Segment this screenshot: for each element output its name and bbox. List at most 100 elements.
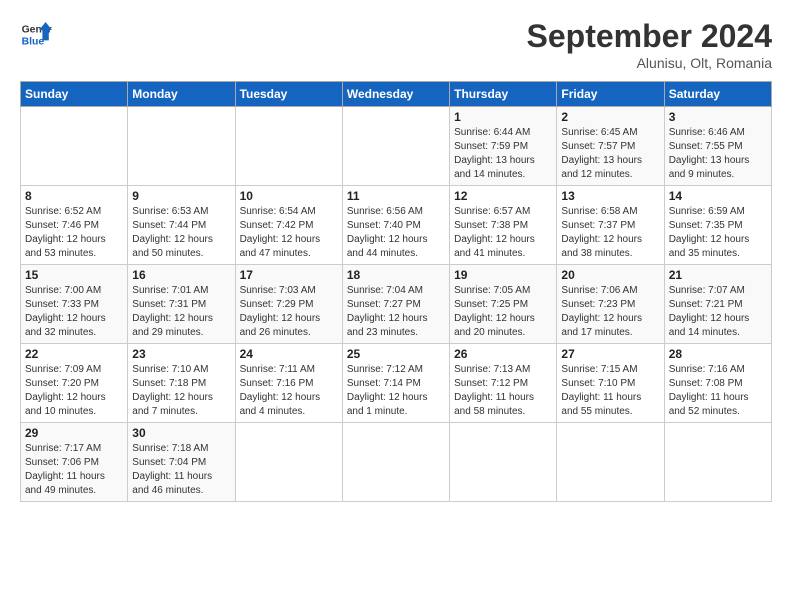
day-detail: Sunrise: 6:45 AM Sunset: 7:57 PM Dayligh… xyxy=(561,126,659,182)
day-number: 9 xyxy=(132,189,230,203)
day-number: 16 xyxy=(132,268,230,282)
day-number: 27 xyxy=(561,347,659,361)
week-row-2: 15 Sunrise: 7:00 AM Sunset: 7:33 PM Dayli… xyxy=(21,265,772,344)
table-row: 11 Sunrise: 6:56 AM Sunset: 7:40 PM Dayli… xyxy=(342,186,449,265)
table-row xyxy=(557,423,664,502)
table-row xyxy=(342,107,449,186)
day-number: 11 xyxy=(347,189,445,203)
table-row: 14 Sunrise: 6:59 AM Sunset: 7:35 PM Dayli… xyxy=(664,186,771,265)
col-thursday: Thursday xyxy=(450,82,557,107)
day-number: 3 xyxy=(669,110,767,124)
table-row xyxy=(235,423,342,502)
header-area: General Blue September 2024 Alunisu, Olt… xyxy=(20,18,772,71)
day-detail: Sunrise: 7:13 AM Sunset: 7:12 PM Dayligh… xyxy=(454,363,552,419)
col-friday: Friday xyxy=(557,82,664,107)
day-number: 20 xyxy=(561,268,659,282)
week-row-3: 22Sunrise: 7:09 AM Sunset: 7:20 PM Dayli… xyxy=(21,344,772,423)
table-row: 28 Sunrise: 7:16 AM Sunset: 7:08 PM Dayli… xyxy=(664,344,771,423)
day-detail: Sunrise: 6:53 AM Sunset: 7:44 PM Dayligh… xyxy=(132,205,230,261)
day-number: 12 xyxy=(454,189,552,203)
day-detail: Sunrise: 7:11 AM Sunset: 7:16 PM Dayligh… xyxy=(240,363,338,419)
day-detail: Sunrise: 7:05 AM Sunset: 7:25 PM Dayligh… xyxy=(454,284,552,340)
day-number: 13 xyxy=(561,189,659,203)
table-row: 23 Sunrise: 7:10 AM Sunset: 7:18 PM Dayli… xyxy=(128,344,235,423)
day-detail: Sunrise: 7:00 AM Sunset: 7:33 PM Dayligh… xyxy=(25,284,123,340)
col-saturday: Saturday xyxy=(664,82,771,107)
table-row xyxy=(235,107,342,186)
day-detail: Sunrise: 7:16 AM Sunset: 7:08 PM Dayligh… xyxy=(669,363,767,419)
day-number: 14 xyxy=(669,189,767,203)
day-detail: Sunrise: 7:15 AM Sunset: 7:10 PM Dayligh… xyxy=(561,363,659,419)
week-row-0: 1 Sunrise: 6:44 AM Sunset: 7:59 PM Daylig… xyxy=(21,107,772,186)
day-number: 25 xyxy=(347,347,445,361)
table-row: 13 Sunrise: 6:58 AM Sunset: 7:37 PM Dayli… xyxy=(557,186,664,265)
table-row: 27 Sunrise: 7:15 AM Sunset: 7:10 PM Dayli… xyxy=(557,344,664,423)
day-detail: Sunrise: 7:18 AM Sunset: 7:04 PM Dayligh… xyxy=(132,442,230,498)
table-row: 22Sunrise: 7:09 AM Sunset: 7:20 PM Dayli… xyxy=(21,344,128,423)
day-number: 29 xyxy=(25,426,123,440)
day-detail: Sunrise: 6:52 AM Sunset: 7:46 PM Dayligh… xyxy=(25,205,123,261)
table-row xyxy=(21,107,128,186)
col-tuesday: Tuesday xyxy=(235,82,342,107)
table-row xyxy=(664,423,771,502)
day-number: 30 xyxy=(132,426,230,440)
table-row: 24Sunrise: 7:11 AM Sunset: 7:16 PM Dayli… xyxy=(235,344,342,423)
calendar-title: September 2024 xyxy=(527,18,772,55)
generalblue-icon: General Blue xyxy=(20,18,52,50)
table-row: 18 Sunrise: 7:04 AM Sunset: 7:27 PM Dayli… xyxy=(342,265,449,344)
day-number: 2 xyxy=(561,110,659,124)
table-row: 8 Sunrise: 6:52 AM Sunset: 7:46 PM Daylig… xyxy=(21,186,128,265)
day-number: 22 xyxy=(25,347,123,361)
table-row: 29 Sunrise: 7:17 AM Sunset: 7:06 PM Dayli… xyxy=(21,423,128,502)
day-number: 15 xyxy=(25,268,123,282)
table-row: 10Sunrise: 6:54 AM Sunset: 7:42 PM Dayli… xyxy=(235,186,342,265)
table-row: 19Sunrise: 7:05 AM Sunset: 7:25 PM Dayli… xyxy=(450,265,557,344)
week-row-4: 29 Sunrise: 7:17 AM Sunset: 7:06 PM Dayli… xyxy=(21,423,772,502)
col-wednesday: Wednesday xyxy=(342,82,449,107)
day-detail: Sunrise: 7:17 AM Sunset: 7:06 PM Dayligh… xyxy=(25,442,123,498)
col-sunday: Sunday xyxy=(21,82,128,107)
day-detail: Sunrise: 6:46 AM Sunset: 7:55 PM Dayligh… xyxy=(669,126,767,182)
week-row-1: 8 Sunrise: 6:52 AM Sunset: 7:46 PM Daylig… xyxy=(21,186,772,265)
day-detail: Sunrise: 6:59 AM Sunset: 7:35 PM Dayligh… xyxy=(669,205,767,261)
day-detail: Sunrise: 6:57 AM Sunset: 7:38 PM Dayligh… xyxy=(454,205,552,261)
day-detail: Sunrise: 7:07 AM Sunset: 7:21 PM Dayligh… xyxy=(669,284,767,340)
table-row: 15 Sunrise: 7:00 AM Sunset: 7:33 PM Dayli… xyxy=(21,265,128,344)
day-detail: Sunrise: 7:12 AM Sunset: 7:14 PM Dayligh… xyxy=(347,363,445,419)
day-detail: Sunrise: 7:06 AM Sunset: 7:23 PM Dayligh… xyxy=(561,284,659,340)
day-number: 17 xyxy=(240,268,338,282)
col-monday: Monday xyxy=(128,82,235,107)
calendar-subtitle: Alunisu, Olt, Romania xyxy=(527,55,772,71)
table-row: 1 Sunrise: 6:44 AM Sunset: 7:59 PM Daylig… xyxy=(450,107,557,186)
day-number: 10 xyxy=(240,189,338,203)
table-row: 26 Sunrise: 7:13 AM Sunset: 7:12 PM Dayli… xyxy=(450,344,557,423)
table-row: 25 Sunrise: 7:12 AM Sunset: 7:14 PM Dayli… xyxy=(342,344,449,423)
table-row xyxy=(450,423,557,502)
table-row: 17 Sunrise: 7:03 AM Sunset: 7:29 PM Dayli… xyxy=(235,265,342,344)
day-detail: Sunrise: 7:04 AM Sunset: 7:27 PM Dayligh… xyxy=(347,284,445,340)
calendar-table: Sunday Monday Tuesday Wednesday Thursday… xyxy=(20,81,772,502)
day-number: 1 xyxy=(454,110,552,124)
table-row: 20 Sunrise: 7:06 AM Sunset: 7:23 PM Dayli… xyxy=(557,265,664,344)
table-row: 12 Sunrise: 6:57 AM Sunset: 7:38 PM Dayli… xyxy=(450,186,557,265)
day-number: 28 xyxy=(669,347,767,361)
table-row: 9 Sunrise: 6:53 AM Sunset: 7:44 PM Daylig… xyxy=(128,186,235,265)
table-row: 3 Sunrise: 6:46 AM Sunset: 7:55 PM Daylig… xyxy=(664,107,771,186)
day-detail: Sunrise: 6:44 AM Sunset: 7:59 PM Dayligh… xyxy=(454,126,552,182)
day-detail: Sunrise: 7:10 AM Sunset: 7:18 PM Dayligh… xyxy=(132,363,230,419)
day-number: 23 xyxy=(132,347,230,361)
day-detail: Sunrise: 7:01 AM Sunset: 7:31 PM Dayligh… xyxy=(132,284,230,340)
day-detail: Sunrise: 7:03 AM Sunset: 7:29 PM Dayligh… xyxy=(240,284,338,340)
table-row: 21Sunrise: 7:07 AM Sunset: 7:21 PM Dayli… xyxy=(664,265,771,344)
day-detail: Sunrise: 6:58 AM Sunset: 7:37 PM Dayligh… xyxy=(561,205,659,261)
day-number: 26 xyxy=(454,347,552,361)
table-row xyxy=(342,423,449,502)
day-number: 8 xyxy=(25,189,123,203)
table-row: 2 Sunrise: 6:45 AM Sunset: 7:57 PM Daylig… xyxy=(557,107,664,186)
table-row: 16 Sunrise: 7:01 AM Sunset: 7:31 PM Dayli… xyxy=(128,265,235,344)
table-row: 30 Sunrise: 7:18 AM Sunset: 7:04 PM Dayli… xyxy=(128,423,235,502)
day-number: 18 xyxy=(347,268,445,282)
title-area: September 2024 Alunisu, Olt, Romania xyxy=(527,18,772,71)
day-detail: Sunrise: 6:56 AM Sunset: 7:40 PM Dayligh… xyxy=(347,205,445,261)
table-row xyxy=(128,107,235,186)
